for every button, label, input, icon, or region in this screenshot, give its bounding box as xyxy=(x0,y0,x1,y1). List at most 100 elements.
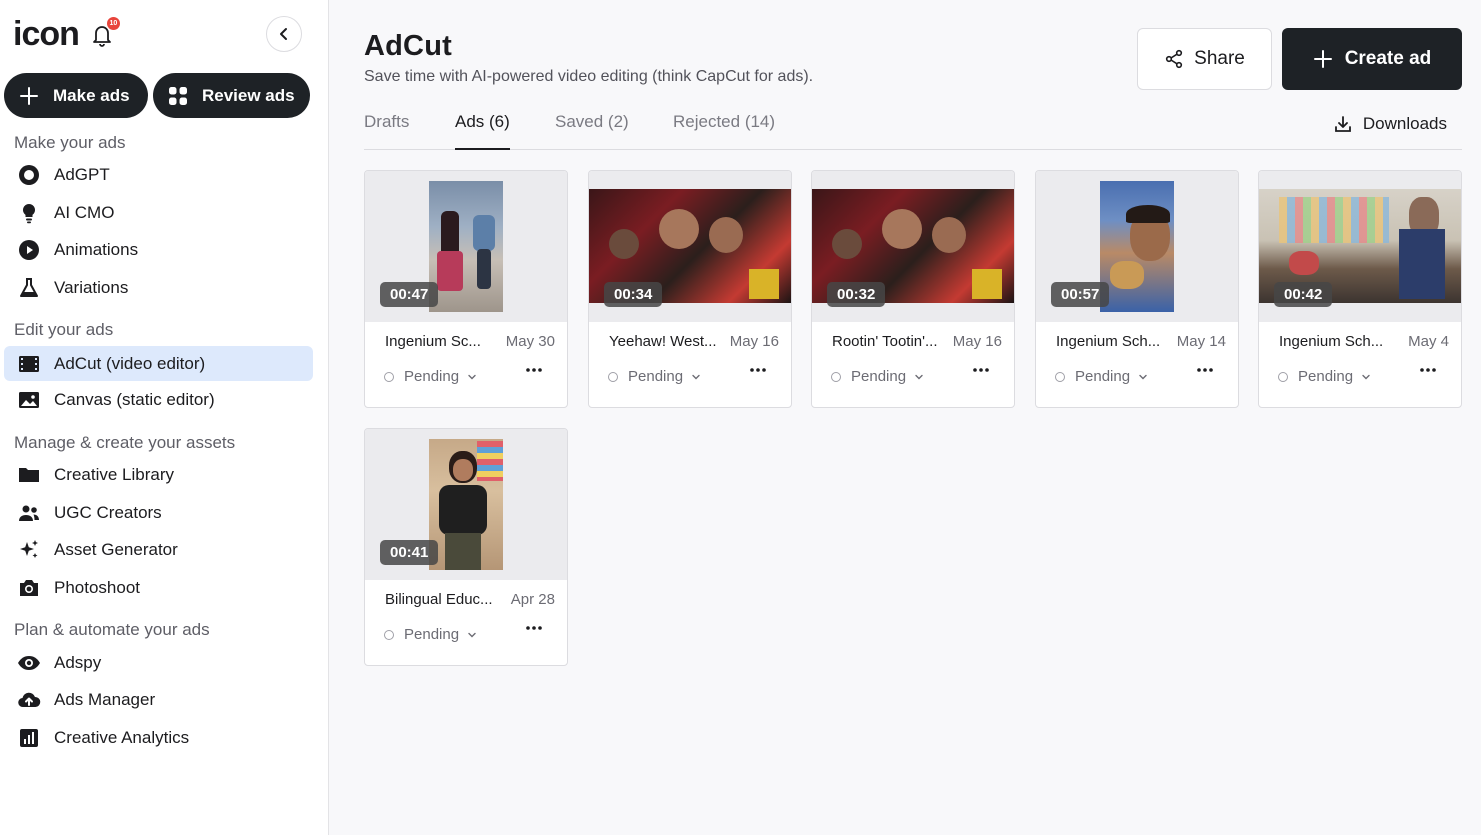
status-circle-icon xyxy=(384,629,394,640)
sidebar-item-adspy[interactable]: Adspy xyxy=(4,645,313,680)
more-options-icon[interactable] xyxy=(1196,367,1214,373)
play-circle-icon xyxy=(17,238,41,262)
section-title-make: Make your ads xyxy=(14,133,126,152)
ad-date: May 16 xyxy=(729,333,779,350)
sidebar-item-label: Animations xyxy=(54,239,139,259)
page-subtitle: Save time with AI-powered video editing … xyxy=(364,68,814,85)
duration-badge: 00:41 xyxy=(380,540,439,565)
status-dropdown[interactable]: Pending xyxy=(608,368,701,385)
video-thumbnail-area[interactable]: 00:42 xyxy=(1259,171,1461,322)
sidebar-item-animations[interactable]: Animations xyxy=(4,232,313,267)
duration-badge: 00:32 xyxy=(827,282,886,307)
status-dropdown[interactable]: Pending xyxy=(831,368,924,385)
status-circle-icon xyxy=(1278,371,1288,382)
chevron-down-icon xyxy=(467,630,477,640)
sidebar-item-ads-manager[interactable]: Ads Manager xyxy=(4,682,313,717)
logo-row: icon 10 xyxy=(13,14,120,54)
ad-card[interactable]: 00:34 Yeehaw! West... May 16 Pending xyxy=(588,170,792,408)
bar-chart-icon xyxy=(17,726,41,750)
video-thumbnail-area[interactable]: 00:34 xyxy=(589,171,791,322)
more-options-icon[interactable] xyxy=(1419,367,1437,373)
section-title-assets: Manage & create your assets xyxy=(14,433,236,452)
share-label: Share xyxy=(1194,48,1245,69)
sidebar-item-canvas[interactable]: Canvas (static editor) xyxy=(4,382,313,417)
flask-icon xyxy=(17,276,41,300)
sidebar-item-label: Variations xyxy=(54,277,129,297)
ad-title: Bilingual Educ... xyxy=(385,591,493,608)
film-icon xyxy=(17,352,41,376)
tab-rejected[interactable]: Rejected (14) xyxy=(673,112,775,150)
more-options-icon[interactable] xyxy=(525,367,543,373)
sidebar-item-ai-cmo[interactable]: AI CMO xyxy=(4,195,313,230)
status-circle-icon xyxy=(384,371,394,382)
cloud-upload-icon xyxy=(17,688,41,712)
ad-title: Ingenium Sc... xyxy=(385,333,481,350)
sidebar-item-label: Canvas (static editor) xyxy=(54,389,215,409)
status-label: Pending xyxy=(404,626,460,643)
review-ads-button[interactable]: Review ads xyxy=(153,73,310,118)
users-icon xyxy=(17,501,41,525)
video-thumbnail-area[interactable]: 00:57 xyxy=(1036,171,1238,322)
ad-card[interactable]: 00:32 Rootin' Tootin'... May 16 Pending xyxy=(811,170,1015,408)
more-options-icon[interactable] xyxy=(749,367,767,373)
ad-title: Ingenium Sch... xyxy=(1279,333,1384,350)
status-circle-icon xyxy=(608,371,618,382)
ad-date: Apr 28 xyxy=(510,591,555,608)
sidebar-item-asset-generator[interactable]: Asset Generator xyxy=(4,532,313,567)
ad-date: May 16 xyxy=(952,333,1002,350)
sidebar-item-adcut[interactable]: AdCut (video editor) xyxy=(4,346,313,381)
collapse-sidebar-button[interactable] xyxy=(266,16,302,52)
sidebar-item-adgpt[interactable]: AdGPT xyxy=(4,157,313,192)
make-ads-button[interactable]: Make ads xyxy=(4,73,148,118)
chevron-left-icon xyxy=(280,28,287,40)
video-thumbnail-area[interactable]: 00:41 xyxy=(365,429,567,580)
status-dropdown[interactable]: Pending xyxy=(384,368,477,385)
create-ad-button[interactable]: Create ad xyxy=(1282,28,1462,90)
sidebar: icon 10 Make ads Review ads Make your ad… xyxy=(0,0,329,835)
video-thumbnail xyxy=(429,439,503,570)
sidebar-item-creative-library[interactable]: Creative Library xyxy=(4,457,313,492)
status-dropdown[interactable]: Pending xyxy=(1278,368,1371,385)
sidebar-item-label: AI CMO xyxy=(54,202,115,222)
downloads-button[interactable]: Downloads xyxy=(1333,114,1447,134)
notification-count-badge: 10 xyxy=(106,17,120,30)
ad-card[interactable]: 00:41 Bilingual Educ... Apr 28 Pending xyxy=(364,428,568,666)
status-dropdown[interactable]: Pending xyxy=(384,626,477,643)
chevron-down-icon xyxy=(467,372,477,382)
status-label: Pending xyxy=(404,368,460,385)
ad-card[interactable]: 00:42 Ingenium Sch... May 4 Pending xyxy=(1258,170,1462,408)
share-button[interactable]: Share xyxy=(1137,28,1272,90)
sparkles-icon xyxy=(17,538,41,562)
sidebar-item-creative-analytics[interactable]: Creative Analytics xyxy=(4,720,313,755)
section-title-plan: Plan & automate your ads xyxy=(14,620,210,639)
adgpt-circle-icon xyxy=(17,163,41,187)
tab-ads[interactable]: Ads (6) xyxy=(455,112,510,150)
more-options-icon[interactable] xyxy=(972,367,990,373)
ad-title: Ingenium Sch... xyxy=(1056,333,1161,350)
video-thumbnail xyxy=(1100,181,1174,312)
duration-badge: 00:34 xyxy=(604,282,663,307)
video-thumbnail-area[interactable]: 00:32 xyxy=(812,171,1014,322)
ad-card[interactable]: 00:47 Ingenium Sc... May 30 Pending xyxy=(364,170,568,408)
sidebar-item-label: AdCut (video editor) xyxy=(54,353,206,373)
tab-drafts[interactable]: Drafts xyxy=(364,112,409,150)
sidebar-item-variations[interactable]: Variations xyxy=(4,270,313,305)
app-logo[interactable]: icon xyxy=(13,14,80,54)
notifications-bell-icon[interactable]: 10 xyxy=(91,17,120,47)
sidebar-item-label: Asset Generator xyxy=(54,539,178,559)
status-dropdown[interactable]: Pending xyxy=(1055,368,1148,385)
sidebar-item-photoshoot[interactable]: Photoshoot xyxy=(4,570,313,605)
ad-date: May 14 xyxy=(1176,333,1226,350)
status-label: Pending xyxy=(628,368,684,385)
create-ad-label: Create ad xyxy=(1344,48,1432,69)
ad-card[interactable]: 00:57 Ingenium Sch... May 14 Pending xyxy=(1035,170,1239,408)
more-options-icon[interactable] xyxy=(525,625,543,631)
video-thumbnail-area[interactable]: 00:47 xyxy=(365,171,567,322)
status-label: Pending xyxy=(1298,368,1354,385)
tab-bar: Drafts Ads (6) Saved (2) Rejected (14) D… xyxy=(364,108,1462,150)
download-icon xyxy=(1333,114,1353,134)
status-label: Pending xyxy=(851,368,907,385)
status-circle-icon xyxy=(831,371,841,382)
tab-saved[interactable]: Saved (2) xyxy=(555,112,629,150)
sidebar-item-ugc-creators[interactable]: UGC Creators xyxy=(4,495,313,530)
